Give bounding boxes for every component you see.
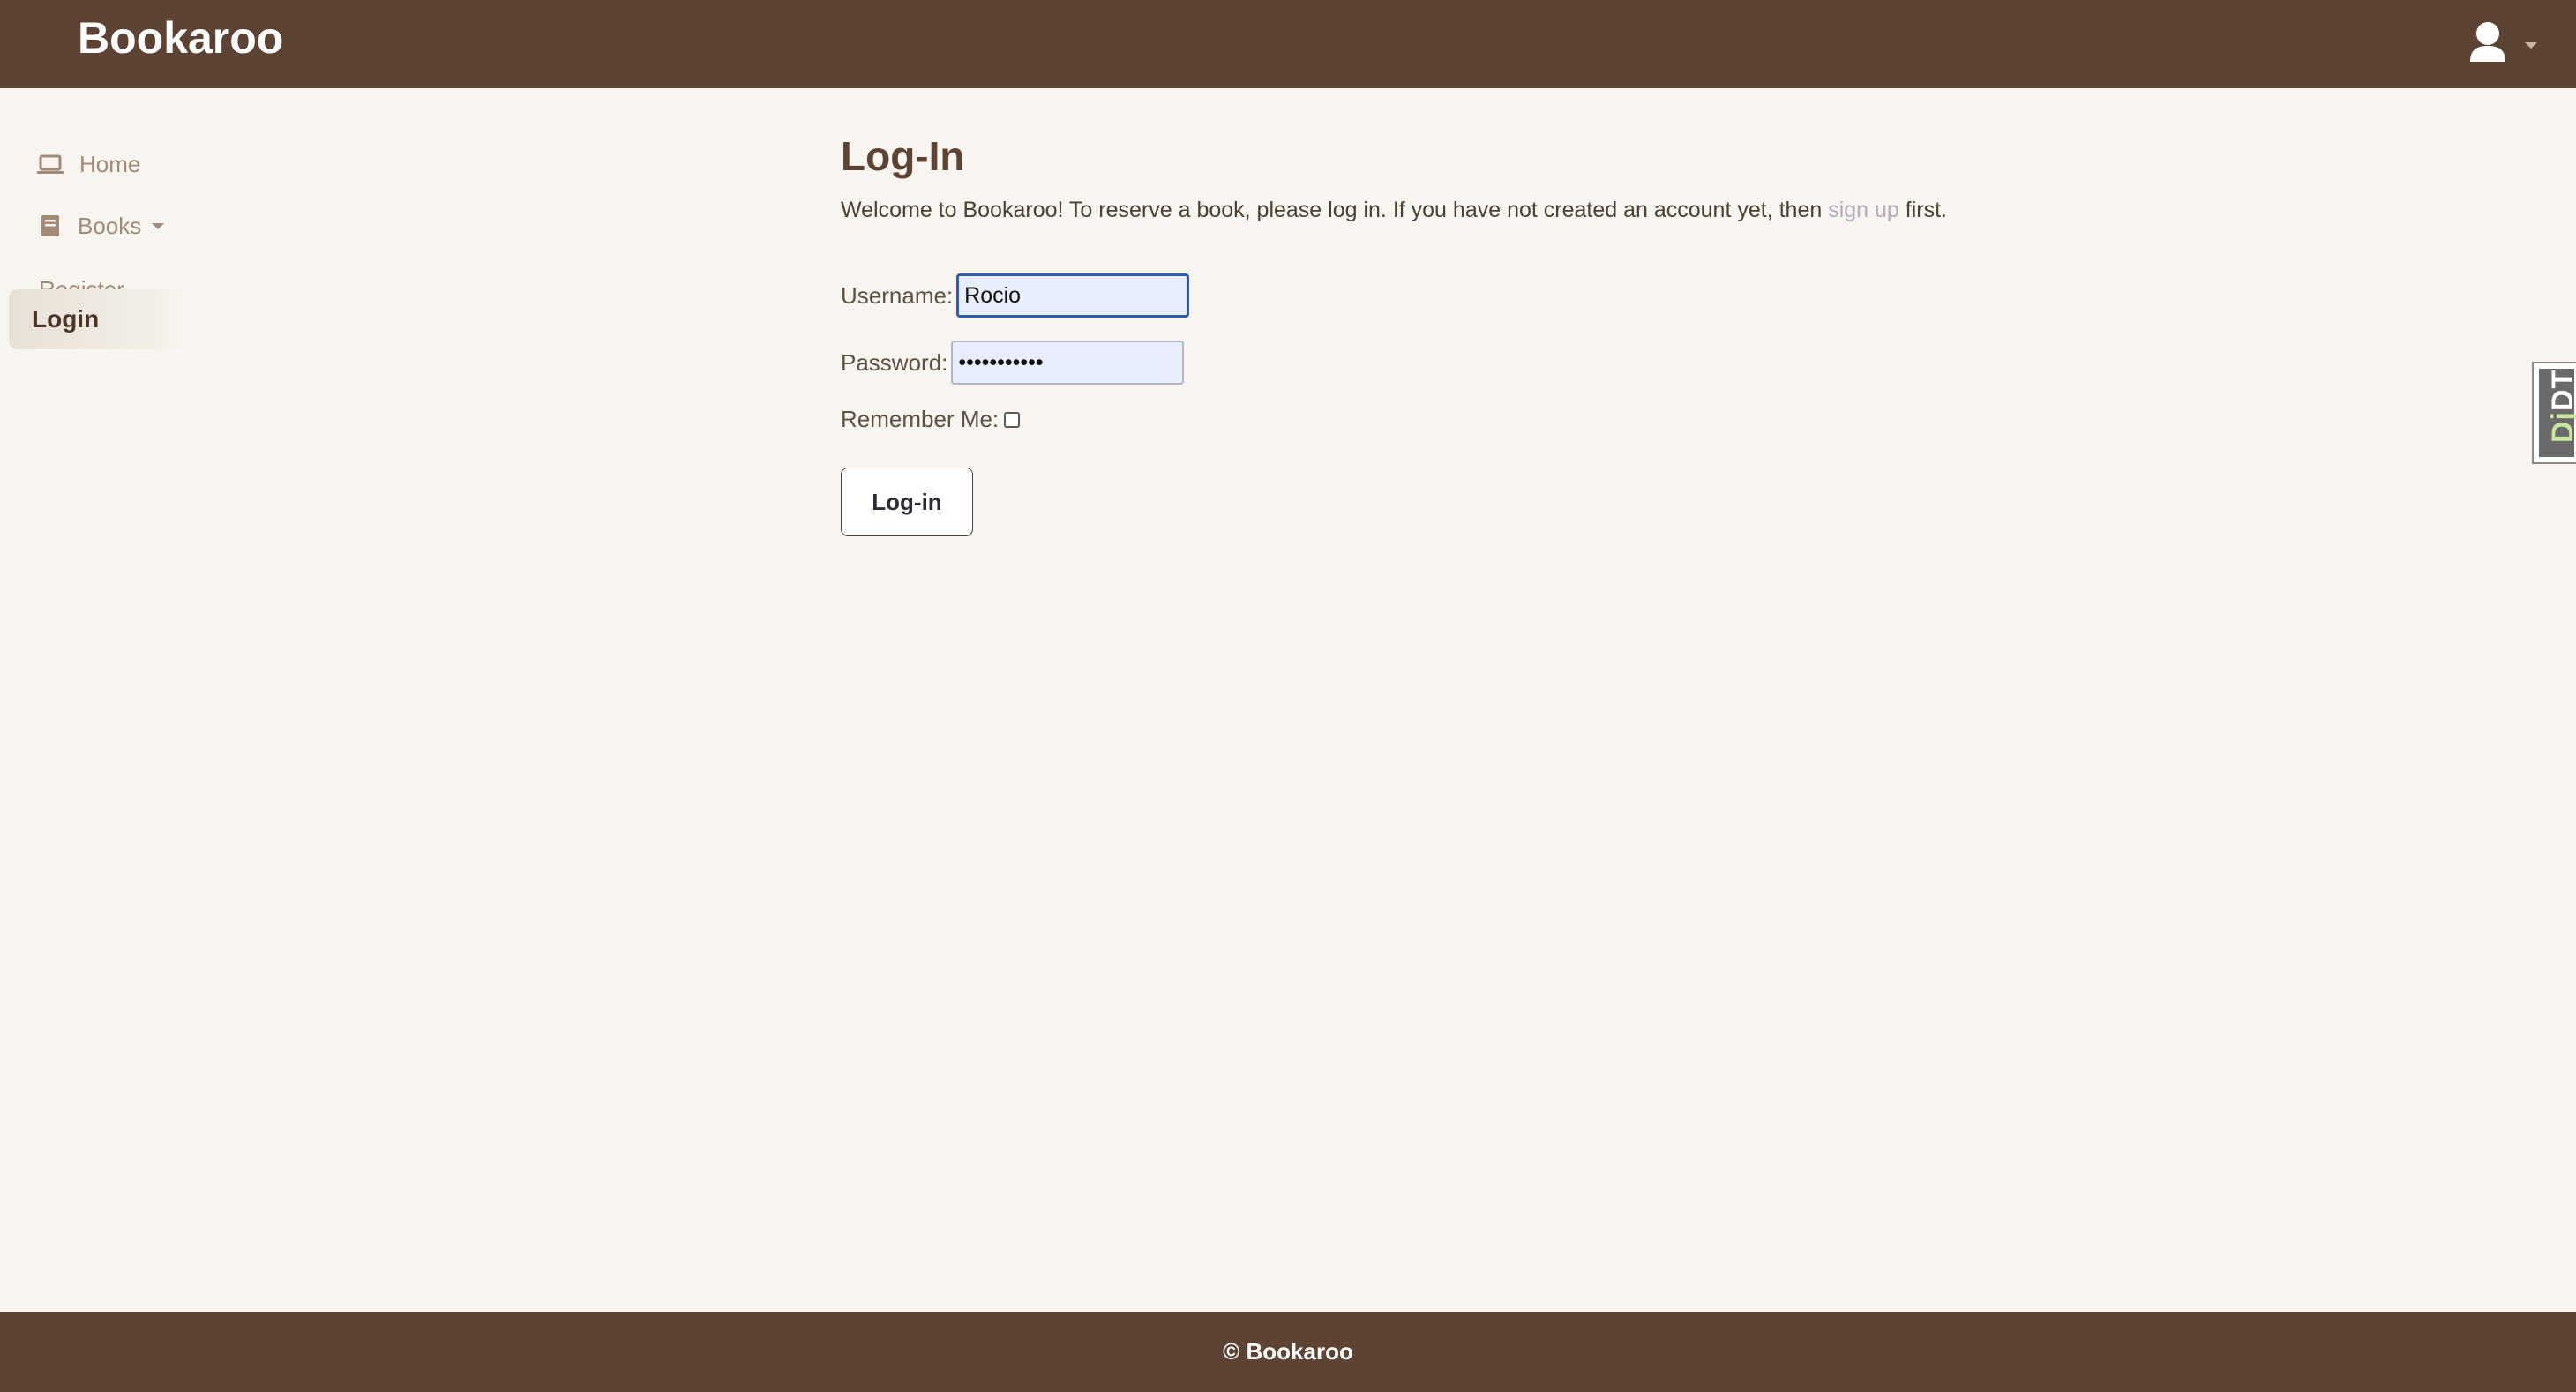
sidebar-item-login[interactable]: Login — [9, 289, 185, 349]
password-row: Password: — [841, 341, 1185, 385]
debug-toolbar-label-dj: Dj — [2546, 411, 2576, 443]
sign-up-link[interactable]: sign up — [1828, 198, 1899, 222]
sidebar-item-home[interactable]: Home — [9, 134, 185, 194]
remember-row: Remember Me: — [841, 406, 1021, 433]
chevron-down-icon — [152, 222, 165, 229]
brand-logo[interactable]: Bookaroo — [78, 12, 283, 64]
sidebar-item-label: Home — [79, 150, 141, 177]
debug-toolbar-label: DjDT — [2546, 370, 2576, 443]
debug-toolbar-label-dt: DT — [2546, 369, 2576, 411]
username-input[interactable] — [956, 273, 1190, 318]
intro-text-after: first. — [1898, 198, 1947, 222]
user-icon — [2470, 22, 2505, 62]
book-icon — [41, 215, 59, 236]
password-label: Password: — [841, 348, 948, 376]
password-input[interactable] — [951, 341, 1185, 385]
debug-toolbar-handle[interactable]: DjDT — [2532, 362, 2576, 464]
laptop-icon — [37, 154, 64, 174]
intro-text: Welcome to Bookaroo! To reserve a book, … — [841, 198, 1947, 223]
chevron-down-icon — [2525, 42, 2537, 49]
remember-me-checkbox[interactable] — [1004, 411, 1021, 428]
sidebar-item-label: Books — [78, 212, 142, 239]
footer: © Bookaroo — [0, 1312, 2576, 1392]
top-navbar: Bookaroo — [0, 0, 2576, 88]
remember-me-label: Remember Me: — [841, 406, 1000, 432]
intro-text-before: Welcome to Bookaroo! To reserve a book, … — [841, 198, 1829, 222]
footer-text: © Bookaroo — [1223, 1338, 1353, 1365]
user-menu-button[interactable] — [2461, 12, 2541, 74]
login-button[interactable]: Log-in — [841, 468, 973, 536]
username-row: Username: — [841, 273, 1190, 318]
username-label: Username: — [841, 281, 954, 309]
sidebar-item-books[interactable]: Books — [9, 196, 185, 256]
page-title: Log-In — [841, 133, 965, 179]
debug-toolbar-badge: DjDT — [2539, 369, 2576, 457]
sidebar-item-label: Login — [32, 305, 100, 333]
